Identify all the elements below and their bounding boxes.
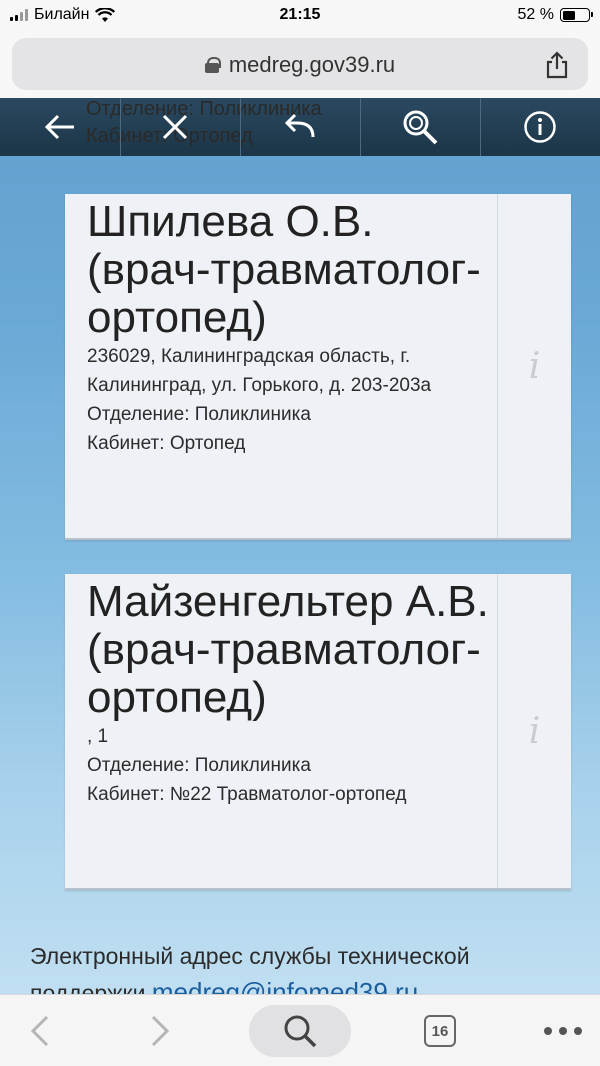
info-icon [524,111,556,143]
back-button[interactable] [0,98,120,156]
chevron-right-icon [151,1015,170,1047]
undo-button[interactable] [240,98,360,156]
site-toolbar: Отделение: Поликлиника Кабинет: Ортопед [0,98,600,156]
doctor-info-button[interactable]: i [497,194,571,538]
back-arrow-icon [44,114,74,140]
doctor-department: Отделение: Поликлиника [87,755,311,776]
more-button[interactable] [538,995,588,1066]
address-bar[interactable]: medreg.gov39.ru [12,38,588,90]
more-dots-icon [544,1027,582,1035]
battery-percent: 52 % [517,6,554,23]
search-icon [403,110,438,145]
browser-bottom-bar: 16 [0,994,600,1066]
doctor-info-button[interactable]: i [497,574,571,888]
browser-forward-button[interactable] [140,995,180,1066]
url-text: medreg.gov39.ru [228,52,396,77]
doctor-name: Шпилева О.В. (врач-травматолог-ортопед) [87,197,481,342]
chevron-left-icon [30,1015,49,1047]
browser-back-button[interactable] [20,995,60,1066]
doctor-card[interactable]: Шпилева О.В. (врач-травматолог-ортопед) … [65,194,571,540]
info-glyph-icon: i [528,345,541,387]
tabs-count: 16 [424,1015,456,1047]
battery-icon [560,8,593,22]
close-icon [162,114,188,140]
browser-search-button[interactable] [249,1005,351,1057]
doctor-cabinet: Кабинет: №22 Травматолог-ортопед [87,784,407,805]
info-glyph-icon: i [528,710,541,752]
status-bar: Билайн 21:15 52 % [0,0,600,34]
doctor-address: 236029, Калининградская область, г. Кали… [87,346,432,396]
tabs-button[interactable]: 16 [420,995,460,1066]
info-button[interactable] [480,98,600,156]
search-icon [284,1015,317,1048]
doctor-cabinet: Кабинет: Ортопед [87,433,246,454]
doctor-name: Майзенгельтер А.В.(врач-травматолог-орто… [87,577,489,722]
lock-icon [204,57,221,73]
status-time: 21:15 [279,6,321,23]
close-button[interactable] [120,98,240,156]
doctor-card[interactable]: Майзенгельтер А.В.(врач-травматолог-орто… [65,574,571,890]
undo-icon [284,113,315,138]
browser-bar: medreg.gov39.ru [0,34,600,98]
search-button[interactable] [360,98,480,156]
doctor-address: , 1 [87,726,109,747]
doctor-department: Отделение: Поликлиника [87,404,311,425]
share-icon[interactable] [542,50,572,80]
